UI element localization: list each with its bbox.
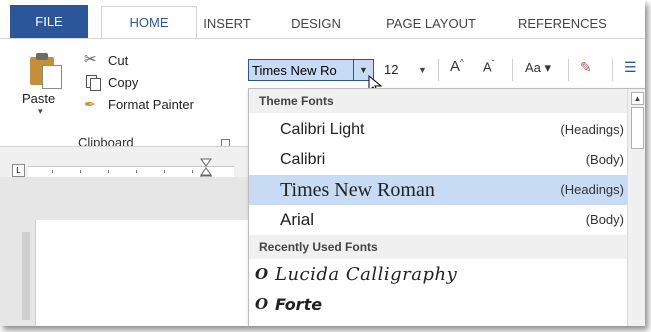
- scissors-icon: ✂: [84, 51, 97, 68]
- paintbrush-icon: ✒: [84, 96, 96, 112]
- separator: [568, 59, 569, 81]
- tab-page-layout[interactable]: PAGE LAYOUT: [366, 9, 496, 38]
- font-size-input[interactable]: 12: [384, 60, 412, 80]
- font-item-times-new-roman[interactable]: Times New Roman (Headings): [249, 175, 627, 205]
- separator: [438, 59, 439, 81]
- word-window: FILE HOME INSERT DESIGN PAGE LAYOUT REFE…: [0, 0, 645, 326]
- shrink-font-icon[interactable]: Aˇ: [483, 59, 494, 74]
- paste-icon: [28, 53, 62, 89]
- paste-dropdown-icon[interactable]: ▾: [38, 106, 70, 117]
- copy-icon: [84, 74, 102, 91]
- opentype-font-icon: O: [255, 295, 269, 313]
- cut-button[interactable]: ✂ Cut: [84, 49, 194, 71]
- opentype-font-icon: O: [255, 265, 269, 283]
- format-painter-button[interactable]: ✒ Format Painter: [84, 93, 194, 115]
- bullets-icon[interactable]: ☰: [624, 59, 637, 76]
- tab-file[interactable]: FILE: [10, 5, 88, 38]
- tab-references[interactable]: REFERENCES: [510, 9, 645, 38]
- copy-button[interactable]: Copy: [84, 71, 194, 93]
- page-margin: [22, 232, 30, 320]
- paste-button[interactable]: Paste ▾: [22, 53, 70, 117]
- font-item-calibri[interactable]: Calibri (Body): [249, 145, 627, 175]
- change-case-button[interactable]: Aa ▾: [525, 60, 551, 76]
- separator: [612, 59, 613, 81]
- font-list-scrollbar[interactable]: ▲: [627, 89, 645, 326]
- tab-design[interactable]: DESIGN: [276, 9, 356, 38]
- copy-label: Copy: [108, 74, 139, 90]
- font-item-arial[interactable]: Arial (Body): [249, 205, 627, 235]
- recent-fonts-header: Recently Used Fonts: [249, 235, 627, 259]
- cut-label: Cut: [108, 52, 129, 68]
- ribbon-tab-bar: FILE HOME INSERT DESIGN PAGE LAYOUT REFE…: [0, 0, 645, 39]
- font-item-calibri-light[interactable]: Calibri Light (Headings): [249, 115, 627, 145]
- tab-insert[interactable]: INSERT: [197, 9, 257, 38]
- font-name-input[interactable]: [248, 59, 354, 81]
- tab-stop-selector-icon[interactable]: L: [12, 164, 25, 177]
- tab-home[interactable]: HOME: [101, 6, 197, 39]
- font-name-combo[interactable]: ▼: [248, 58, 374, 82]
- grow-font-icon[interactable]: A^: [450, 58, 464, 75]
- clear-formatting-icon[interactable]: ✎: [580, 59, 592, 76]
- font-size-dropdown-icon[interactable]: ▼: [418, 60, 427, 80]
- font-dropdown-list: Theme Fonts Calibri Light (Headings) Cal…: [248, 88, 645, 326]
- separator: [512, 59, 513, 81]
- scroll-thumb[interactable]: [631, 107, 644, 149]
- paste-label: Paste: [22, 91, 56, 106]
- font-item-forte[interactable]: O Forte: [249, 289, 627, 319]
- scroll-up-icon[interactable]: ▲: [631, 92, 644, 105]
- theme-fonts-header: Theme Fonts: [249, 89, 627, 113]
- format-painter-label: Format Painter: [108, 96, 194, 112]
- clipboard-commands: ✂ Cut Copy ✒ Format Painter: [84, 49, 194, 115]
- font-item-lucida-calligraphy[interactable]: O Lucida Calligraphy: [249, 259, 627, 289]
